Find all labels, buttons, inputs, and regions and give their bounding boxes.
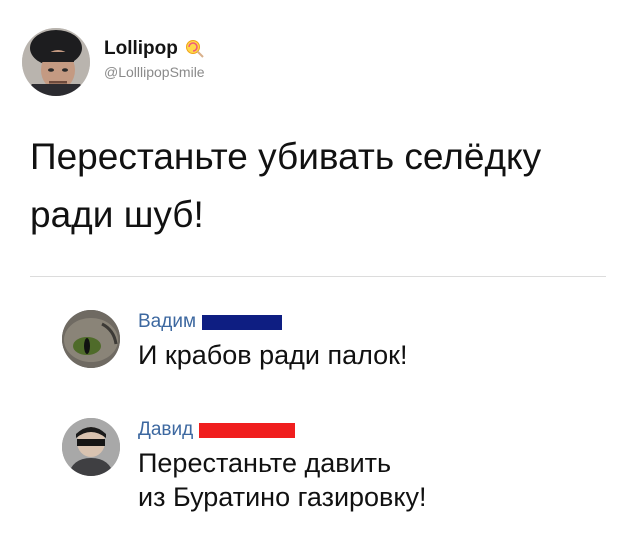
flag-bar <box>202 314 283 330</box>
post-text-line: ради шуб! <box>30 194 204 235</box>
flag-bar <box>199 422 296 438</box>
comment-text: Перестаньте давить из Буратино газировку… <box>138 446 618 514</box>
divider <box>30 276 606 277</box>
comment-body: Вадим И крабов ради палок! <box>138 310 618 372</box>
post-header: Lollipop @LolllipopSmile <box>22 28 422 98</box>
comment-body: Давид Перестаньте давить из Буратино газ… <box>138 418 618 514</box>
commenter-name[interactable]: Вадим <box>138 311 196 333</box>
author-avatar[interactable] <box>22 28 90 96</box>
comment-text-line: из Буратино газировку! <box>138 482 427 512</box>
commenter-avatar[interactable] <box>62 310 120 368</box>
commenter-name[interactable]: Давид <box>138 419 193 441</box>
comment-text-line: Перестаньте давить <box>138 448 392 478</box>
author-name[interactable]: Lollipop <box>104 38 178 60</box>
comment-text-line: И крабов ради палок! <box>138 340 408 370</box>
author-handle[interactable]: @LolllipopSmile <box>104 64 205 80</box>
comment-header: Давид <box>138 418 618 442</box>
post-text-line: Перестаньте убивать селёдку <box>30 136 542 177</box>
lollipop-icon <box>185 39 205 59</box>
author-info: Lollipop @LolllipopSmile <box>104 38 205 80</box>
comment-text: И крабов ради палок! <box>138 338 618 372</box>
post-text: Перестаньте убивать селёдку ради шуб! <box>30 128 610 244</box>
commenter-avatar[interactable] <box>62 418 120 476</box>
comment-header: Вадим <box>138 310 618 334</box>
